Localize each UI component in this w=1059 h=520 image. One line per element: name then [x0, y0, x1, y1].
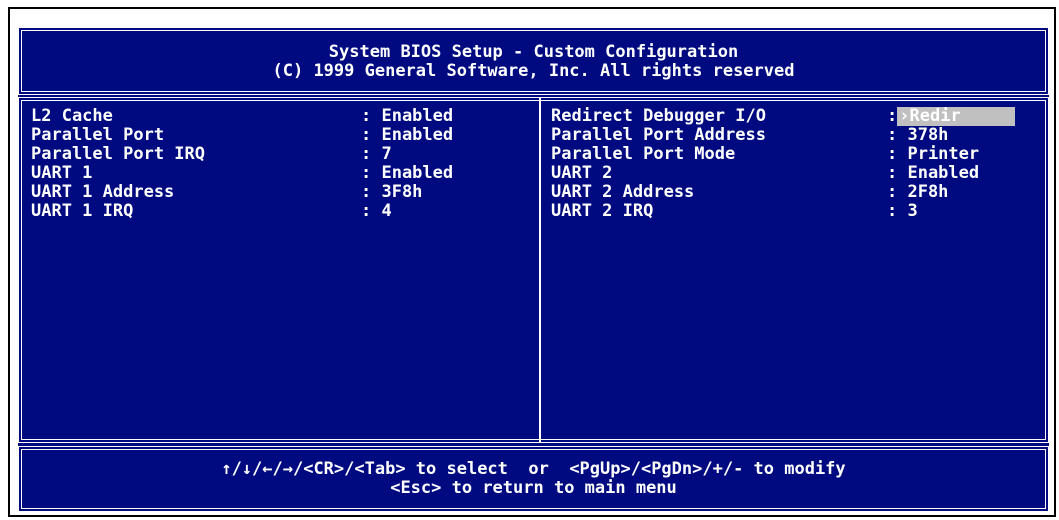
setting-value[interactable]: : Enabled [887, 164, 979, 183]
setting-parallel-port-irq[interactable]: Parallel Port IRQ : 7 [31, 145, 531, 164]
page-title: System BIOS Setup - Custom Configuration [328, 42, 739, 62]
setting-label: UART 1 [31, 163, 93, 183]
setting-label: UART 2 [551, 163, 613, 183]
setting-label: UART 1 IRQ [31, 201, 134, 221]
setting-value[interactable]: : 3 [887, 202, 918, 221]
help-line-keys: ↑/↓/←/→/<CR>/<Tab> to select or <PgUp>/<… [221, 459, 846, 479]
header-box: System BIOS Setup - Custom Configuration… [18, 27, 1049, 95]
setting-uart1-address[interactable]: UART 1 Address : 3F8h [31, 183, 531, 202]
setting-value[interactable]: : 4 [361, 202, 392, 221]
setting-value[interactable]: : Enabled [361, 126, 453, 145]
setting-parallel-port[interactable]: Parallel Port : Enabled [31, 126, 531, 145]
setting-label: UART 1 Address [31, 182, 175, 202]
setting-label: Parallel Port Mode [551, 144, 736, 164]
setting-label: UART 2 Address [551, 182, 695, 202]
setting-l2-cache[interactable]: L2 Cache : Enabled [31, 107, 531, 126]
setting-value[interactable]: : 378h [887, 126, 948, 145]
setting-label: L2 Cache [31, 106, 113, 126]
setting-parallel-port-mode[interactable]: Parallel Port Mode : Printer [551, 145, 1041, 164]
setting-uart2-address[interactable]: UART 2 Address : 2F8h [551, 183, 1041, 202]
setting-label: Parallel Port IRQ [31, 144, 205, 164]
setting-value[interactable]: : 2F8h [887, 183, 948, 202]
copyright-line: (C) 1999 General Software, Inc. All righ… [272, 61, 795, 81]
setting-value[interactable]: : 7 [361, 145, 392, 164]
setting-value-selected[interactable]: : ›Redir [887, 106, 1016, 126]
setting-label: Parallel Port [31, 125, 165, 145]
setting-uart2[interactable]: UART 2 : Enabled [551, 164, 1041, 183]
setting-value[interactable]: : Enabled [361, 107, 453, 126]
setting-uart2-irq[interactable]: UART 2 IRQ : 3 [551, 202, 1041, 221]
help-footer: ↑/↓/←/→/<CR>/<Tab> to select or <PgUp>/<… [18, 446, 1049, 512]
cursor-arrow-icon: › [899, 106, 910, 126]
value-prefix: : [887, 106, 898, 126]
setting-value[interactable]: : Enabled [361, 164, 453, 183]
setting-label: UART 2 IRQ [551, 201, 654, 221]
setting-uart1-irq[interactable]: UART 1 IRQ : 4 [31, 202, 531, 221]
setting-label: Parallel Port Address [551, 125, 766, 145]
setting-parallel-port-address[interactable]: Parallel Port Address : 378h [551, 126, 1041, 145]
selected-value-text: Redir [909, 106, 961, 126]
setting-redirect-debugger-io[interactable]: Redirect Debugger I/O : ›Redir [551, 107, 1041, 126]
setting-value[interactable]: : Printer [887, 145, 979, 164]
setting-uart1[interactable]: UART 1 : Enabled [31, 164, 531, 183]
setting-label: Redirect Debugger I/O [551, 106, 766, 126]
panel-divider [539, 97, 541, 443]
selected-value-highlight[interactable]: ›Redir [897, 106, 1016, 126]
setting-value[interactable]: : 3F8h [361, 183, 422, 202]
help-line-esc: <Esc> to return to main menu [390, 478, 677, 498]
bios-screen: System BIOS Setup - Custom Configuration… [18, 27, 1049, 512]
